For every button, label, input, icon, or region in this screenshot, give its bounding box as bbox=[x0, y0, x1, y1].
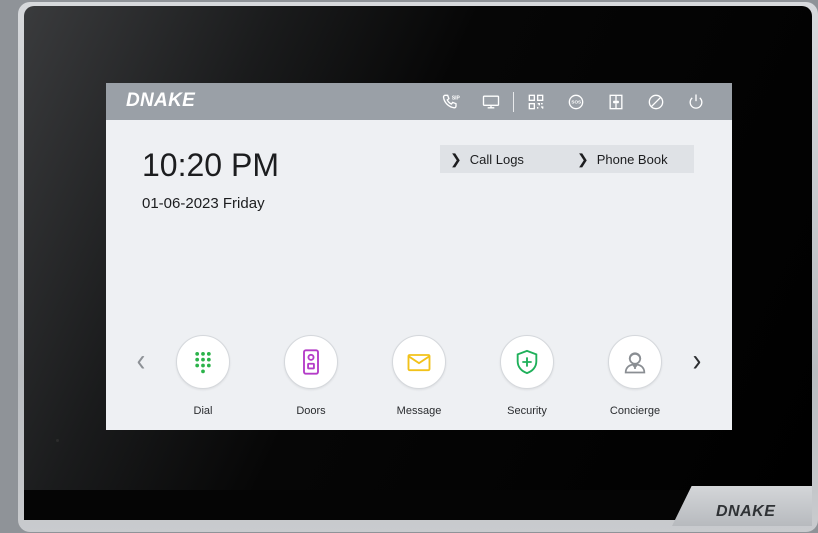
qr-code-icon[interactable] bbox=[516, 83, 556, 120]
concierge-button[interactable] bbox=[608, 335, 662, 389]
doors-button[interactable] bbox=[284, 335, 338, 389]
monitor-icon[interactable] bbox=[471, 83, 511, 120]
prev-page-arrow-icon[interactable]: ‹ bbox=[131, 342, 151, 379]
door-station-icon bbox=[303, 349, 319, 375]
clock-time: 10:20 PM bbox=[142, 147, 279, 183]
call-logs-link[interactable]: ❯ Call Logs bbox=[440, 151, 567, 168]
envelope-icon bbox=[407, 354, 431, 372]
shield-plus-icon bbox=[516, 349, 538, 375]
message-label: Message bbox=[396, 405, 442, 417]
power-icon[interactable] bbox=[676, 83, 716, 120]
app-doors[interactable]: Doors bbox=[271, 335, 351, 417]
svg-text:SIP: SIP bbox=[452, 95, 461, 101]
quicklinks-bar: ❯ Call Logs ❯ Phone Book bbox=[440, 145, 694, 173]
app-concierge[interactable]: Concierge bbox=[595, 335, 675, 417]
status-divider bbox=[513, 91, 514, 112]
clock-date: 01-06-2023 Friday bbox=[142, 195, 265, 212]
app-launcher: Dial Doors Message Security Concierge bbox=[156, 335, 696, 417]
concierge-person-icon bbox=[624, 352, 646, 374]
status-bar: DNAKE SIP SOS bbox=[106, 83, 732, 120]
touch-screen: DNAKE SIP SOS 10:20 PM 01-06-2023 Friday… bbox=[106, 83, 732, 430]
status-icon-group: SIP SOS bbox=[431, 83, 716, 120]
do-not-disturb-icon[interactable] bbox=[636, 83, 676, 120]
concierge-label: Concierge bbox=[609, 405, 661, 417]
app-logo: DNAKE bbox=[126, 90, 196, 111]
chevron-right-icon: ❯ bbox=[577, 150, 589, 167]
dialpad-icon bbox=[195, 351, 211, 374]
security-button[interactable] bbox=[500, 335, 554, 389]
dial-label: Dial bbox=[193, 405, 213, 417]
doors-label: Doors bbox=[296, 405, 326, 417]
chevron-right-icon: ❯ bbox=[450, 150, 462, 167]
device-brand-logo: DNAKE bbox=[716, 503, 776, 520]
sip-call-icon[interactable]: SIP bbox=[431, 83, 471, 120]
phone-book-link[interactable]: ❯ Phone Book bbox=[567, 151, 694, 168]
door-status-icon[interactable] bbox=[596, 83, 636, 120]
dial-button[interactable] bbox=[176, 335, 230, 389]
sos-icon[interactable]: SOS bbox=[556, 83, 596, 120]
call-logs-label: Call Logs bbox=[469, 151, 524, 167]
app-message[interactable]: Message bbox=[379, 335, 459, 417]
phone-book-label: Phone Book bbox=[596, 151, 668, 167]
security-label: Security bbox=[507, 405, 547, 417]
message-button[interactable] bbox=[392, 335, 446, 389]
light-sensor bbox=[56, 439, 59, 442]
app-dial[interactable]: Dial bbox=[163, 335, 243, 417]
app-security[interactable]: Security bbox=[487, 335, 567, 417]
svg-text:SOS: SOS bbox=[571, 99, 581, 104]
